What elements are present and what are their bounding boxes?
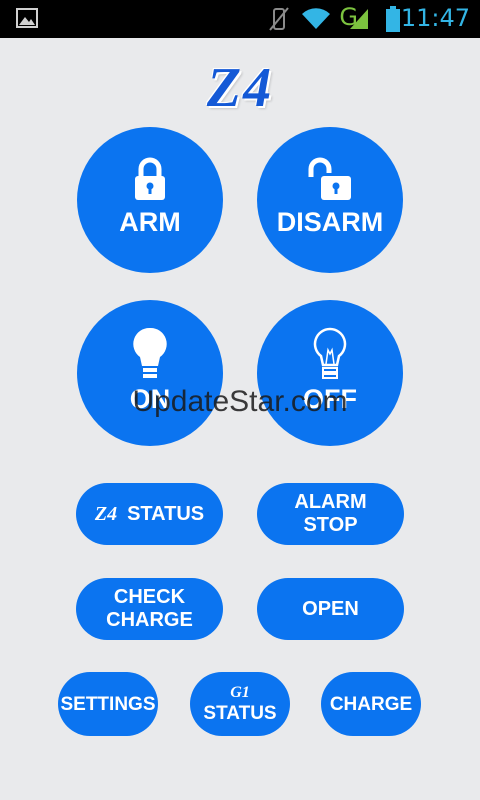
gallery-icon bbox=[16, 8, 38, 33]
status-bar: G 11:47 bbox=[0, 0, 480, 38]
vibrate-off-icon bbox=[268, 6, 290, 44]
battery-icon bbox=[386, 6, 400, 44]
check-charge-label: CHECK CHARGE bbox=[106, 586, 193, 631]
open-label: OPEN bbox=[302, 597, 359, 620]
watermark: UpdateStar.com bbox=[132, 385, 348, 418]
z4-status-label: STATUS bbox=[127, 502, 205, 525]
settings-button[interactable]: SETTINGS bbox=[58, 672, 158, 736]
lock-closed-icon bbox=[77, 157, 223, 206]
signal-icon bbox=[348, 7, 370, 45]
g1-status-label: STATUS bbox=[203, 702, 277, 724]
g1-status-prefix: G1 bbox=[230, 683, 250, 701]
off-button[interactable]: OFF bbox=[257, 300, 403, 446]
on-button[interactable]: ON bbox=[77, 300, 223, 446]
charge-label: CHARGE bbox=[329, 693, 413, 715]
clock: 11:47 bbox=[400, 4, 470, 32]
z4-status-button[interactable]: Z4 STATUS bbox=[76, 483, 223, 545]
alarm-stop-label: ALARM STOP bbox=[294, 491, 367, 536]
wifi-icon bbox=[300, 7, 332, 45]
app-logo: Z4 bbox=[206, 57, 274, 119]
disarm-button[interactable]: DISARM bbox=[257, 127, 403, 273]
settings-label: SETTINGS bbox=[60, 693, 156, 715]
bulb-off-icon bbox=[257, 326, 403, 387]
arm-label: ARM bbox=[119, 207, 181, 237]
bulb-on-icon bbox=[77, 326, 223, 387]
open-button[interactable]: OPEN bbox=[257, 578, 404, 640]
charge-button[interactable]: CHARGE bbox=[321, 672, 421, 736]
arm-button[interactable]: ARM bbox=[77, 127, 223, 273]
lock-open-icon bbox=[257, 157, 403, 206]
check-charge-button[interactable]: CHECK CHARGE bbox=[76, 578, 223, 640]
z4-status-prefix: Z4 bbox=[94, 502, 118, 525]
disarm-label: DISARM bbox=[276, 207, 384, 237]
g1-status-button[interactable]: G1 STATUS bbox=[190, 672, 290, 736]
alarm-stop-button[interactable]: ALARM STOP bbox=[257, 483, 404, 545]
